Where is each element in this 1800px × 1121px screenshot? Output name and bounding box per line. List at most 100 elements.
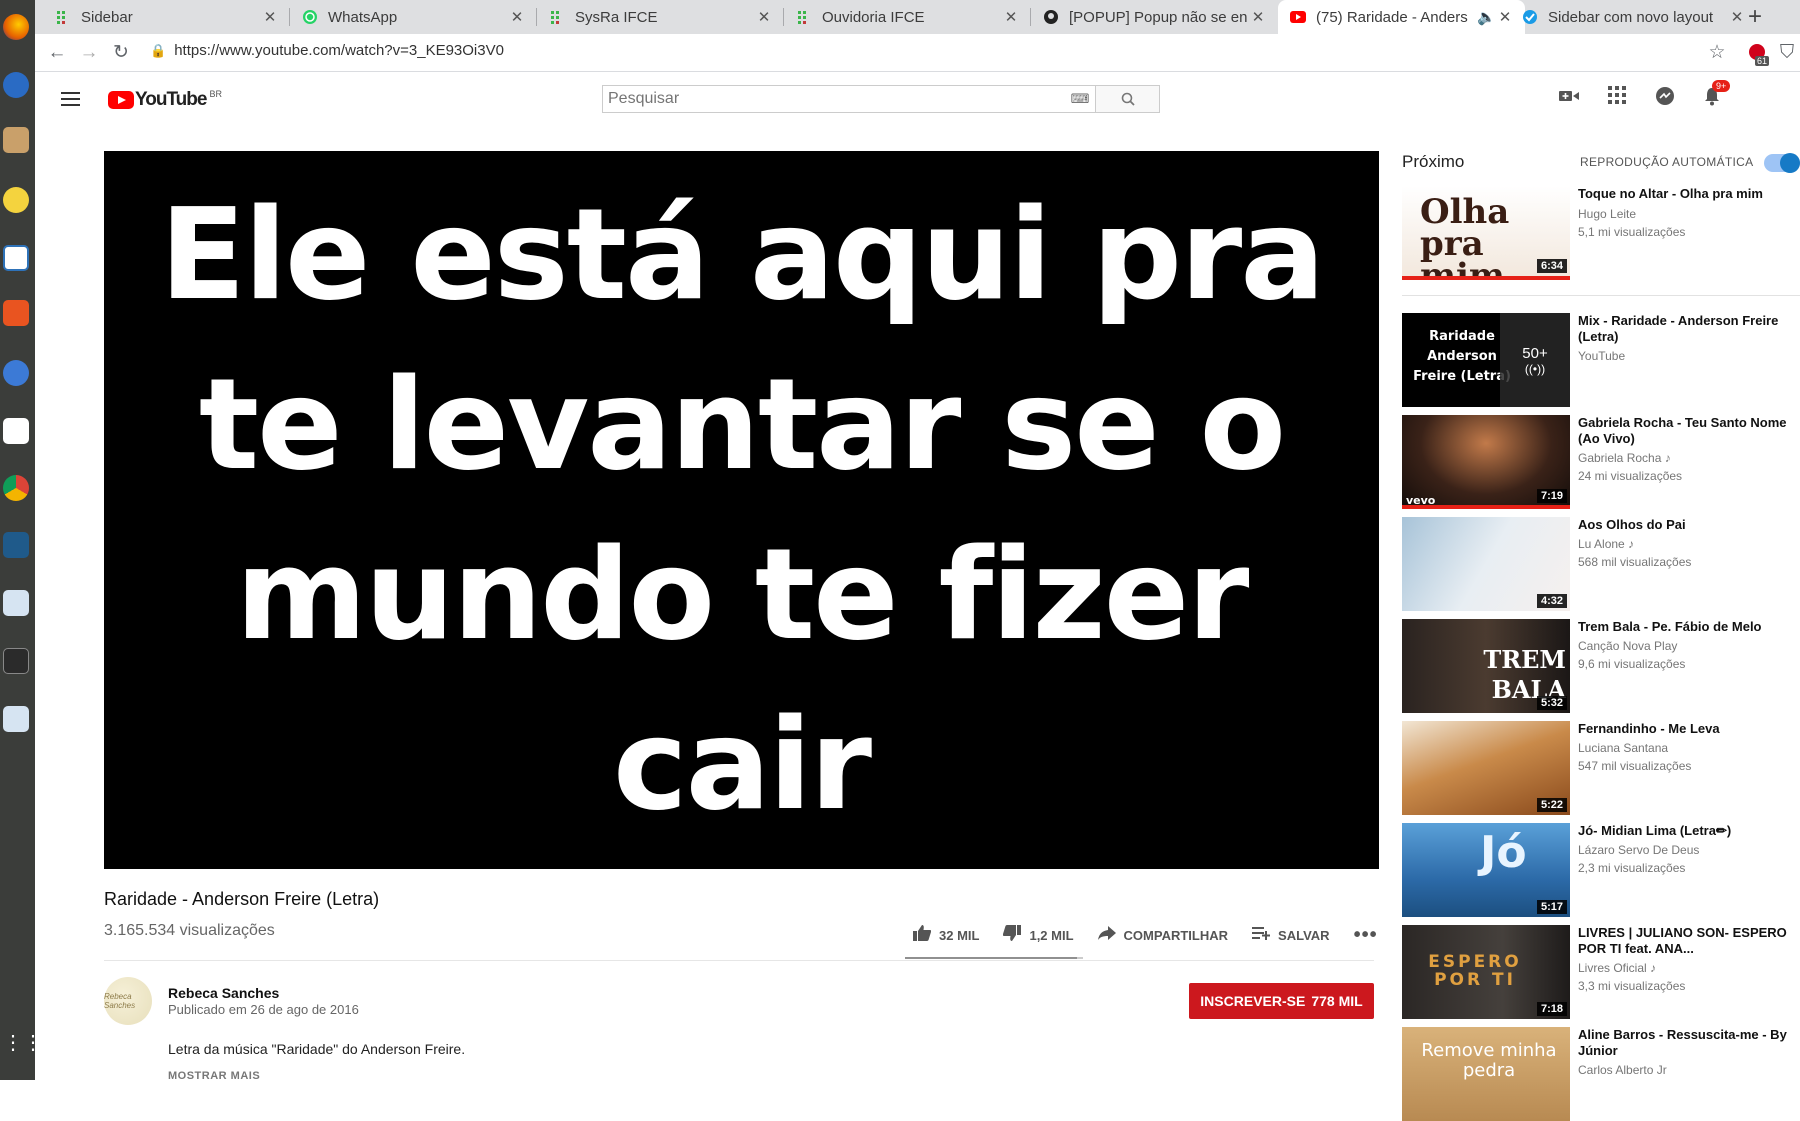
rec-views: 547 mil visualizações (1578, 759, 1692, 773)
back-icon[interactable]: ← (45, 42, 69, 64)
close-icon[interactable]: ✕ (756, 8, 772, 26)
thunderbird-icon[interactable] (3, 72, 29, 98)
whatsapp-icon (302, 9, 318, 25)
messages-icon[interactable] (1653, 86, 1677, 110)
tab-github-popup[interactable]: [POPUP] Popup não se en ✕ (1031, 0, 1278, 34)
video-thumbnail[interactable]: ESPERO POR TI 7:18 (1402, 925, 1570, 1019)
video-thumbnail[interactable]: Jó 5:17 (1402, 823, 1570, 917)
browser-tab-bar: Sidebar ✕ WhatsApp ✕ SysRa IFCE ✕ Ouvido… (35, 0, 1800, 34)
share-button[interactable]: COMPARTILHAR (1097, 926, 1228, 945)
software-center-icon[interactable] (3, 300, 29, 326)
channel-name[interactable]: Rebeca Sanches (168, 985, 279, 1001)
rec-item[interactable]: 5:22 Fernandinho - Me Leva Luciana Santa… (1402, 721, 1800, 815)
keyboard-icon[interactable]: ⌨ (1065, 86, 1095, 112)
video-thumbnail[interactable]: Raridade Anderson Freire (Letra) 50+ ((•… (1402, 313, 1570, 407)
rec-item[interactable]: Remove minha pedra Aline Barros - Ressus… (1402, 1027, 1800, 1121)
rec-item[interactable]: vevo 7:19 Gabriela Rocha - Teu Santo Nom… (1402, 415, 1800, 509)
sysra-icon (55, 9, 71, 25)
rec-item[interactable]: Jó 5:17 Jó- Midian Lima (Letra✏) Lázaro … (1402, 823, 1800, 917)
like-button[interactable]: 32 MIL (913, 925, 979, 946)
video-thumbnail[interactable]: vevo 7:19 (1402, 415, 1570, 509)
video-thumbnail[interactable]: TREM BALA 5:32 (1402, 619, 1570, 713)
mix-icon: ((•)) (1524, 361, 1546, 376)
close-icon[interactable]: ✕ (262, 8, 278, 26)
video-thumbnail[interactable]: 4:32 (1402, 517, 1570, 611)
rec-item[interactable]: ESPERO POR TI 7:18 LIVRES | JULIANO SON-… (1402, 925, 1800, 1019)
apps-grid-icon[interactable]: ⋮⋮ (3, 1030, 43, 1056)
show-more-button[interactable]: MOSTRAR MAIS (168, 1070, 260, 1082)
writer-icon[interactable] (3, 245, 29, 271)
rec-channel: Hugo Leite (1578, 207, 1637, 221)
help-icon[interactable] (3, 360, 29, 386)
video-thumbnail[interactable]: Olha pra mim 6:34 (1402, 186, 1570, 280)
menu-icon[interactable] (61, 92, 80, 110)
close-icon[interactable]: ✕ (1250, 8, 1266, 26)
rec-views: 568 mil visualizações (1578, 555, 1692, 569)
sysra-icon (549, 9, 565, 25)
video-thumbnail[interactable]: Remove minha pedra (1402, 1027, 1570, 1121)
save-button[interactable]: SALVAR (1252, 926, 1330, 945)
tab-sidebar[interactable]: Sidebar ✕ (43, 0, 290, 34)
rec-channel: Livres Oficial ♪ (1578, 961, 1657, 975)
shield-icon[interactable]: ⛉ (1775, 42, 1799, 64)
rec-item[interactable]: Olha pra mim 6:34 Toque no Altar - Olha … (1402, 186, 1800, 280)
address-bar[interactable]: 🔒 https://www.youtube.com/watch?v=3_KE93O… (150, 42, 504, 59)
search-button[interactable] (1095, 86, 1159, 112)
amazon-icon[interactable] (3, 418, 29, 444)
rec-item[interactable]: 4:32 Aos Olhos do Pai Lu Alone ♪ 568 mil… (1402, 517, 1800, 611)
duration-badge: 5:22 (1536, 798, 1567, 812)
subscribe-button[interactable]: INSCREVER-SE 778 MIL (1189, 983, 1374, 1019)
video-player[interactable]: Ele está aqui pra te levantar se o mundo… (104, 151, 1379, 869)
channel-avatar[interactable]: Rebeca Sanches (104, 977, 152, 1025)
more-actions-button[interactable]: ••• (1354, 924, 1386, 947)
rec-item[interactable]: TREM BALA 5:32 Trem Bala - Pe. Fábio de … (1402, 619, 1800, 713)
rec-views: 5,1 mi visualizações (1578, 225, 1686, 239)
youtube-icon (1290, 9, 1306, 25)
chrome-icon[interactable] (3, 475, 29, 501)
upload-video-icon[interactable] (1557, 86, 1581, 110)
close-icon[interactable]: ✕ (509, 8, 525, 26)
dislike-button[interactable]: 1,2 MIL (1003, 925, 1074, 946)
speaker-icon[interactable]: 🔈 (1477, 8, 1496, 26)
mysql-workbench-icon[interactable] (3, 532, 29, 558)
virtualbox-icon-2[interactable] (3, 706, 29, 732)
search-box: ⌨ (602, 85, 1160, 113)
youtube-masthead: YouTube BR ⌨ 9+ (35, 72, 1800, 128)
new-tab-button[interactable]: + (1741, 3, 1769, 31)
up-next-heading: Próximo (1402, 152, 1465, 171)
rhythmbox-icon[interactable] (3, 187, 29, 213)
thumbnail-text: Jó (1480, 827, 1527, 878)
thumbnail-text: Remove minha pedra (1421, 1040, 1557, 1081)
tab-ouvidoria[interactable]: Ouvidoria IFCE ✕ (784, 0, 1031, 34)
rec-title: Mix - Raridade - Anderson Freire (Letra) (1578, 313, 1779, 344)
files-icon[interactable] (3, 127, 29, 153)
tab-sysra[interactable]: SysRa IFCE ✕ (537, 0, 784, 34)
autoplay-toggle[interactable] (1764, 153, 1800, 173)
rec-item-mix[interactable]: Raridade Anderson Freire (Letra) 50+ ((•… (1402, 313, 1800, 407)
mix-overlay: 50+ ((•)) (1500, 313, 1570, 407)
forward-icon[interactable]: → (77, 42, 101, 64)
url-text: https://www.youtube.com/watch?v=3_KE93Oi… (174, 42, 504, 59)
search-input[interactable] (603, 86, 1065, 112)
rec-title: Toque no Altar - Olha pra mim (1578, 186, 1763, 201)
youtube-logo[interactable]: YouTube BR (108, 89, 222, 111)
virtualbox-icon[interactable] (3, 590, 29, 616)
rec-channel: Canção Nova Play (1578, 639, 1678, 653)
rec-channel: Luciana Santana (1578, 741, 1669, 755)
subscribe-label: INSCREVER-SE (1200, 993, 1306, 1009)
tab-title: Ouvidoria IFCE (822, 8, 925, 26)
logo-text: YouTube (135, 89, 207, 110)
reload-icon[interactable]: ↻ (109, 42, 133, 64)
tab-youtube[interactable]: (75) Raridade - Anders 🔈 ✕ (1278, 0, 1525, 34)
firefox-icon[interactable] (3, 14, 29, 40)
rec-channel: Lu Alone ♪ (1578, 537, 1635, 551)
tab-whatsapp[interactable]: WhatsApp ✕ (290, 0, 537, 34)
terminal-icon[interactable] (3, 648, 29, 674)
bookmark-star-icon[interactable]: ☆ (1705, 42, 1729, 64)
apps-icon[interactable] (1605, 86, 1629, 110)
tab-sidebar-layout[interactable]: Sidebar com novo layout ✕ (1510, 0, 1757, 34)
video-thumbnail[interactable]: 5:22 (1402, 721, 1570, 815)
rec-channel: YouTube (1578, 349, 1626, 363)
close-icon[interactable]: ✕ (1003, 8, 1019, 26)
sentiment-bar (905, 957, 1083, 959)
